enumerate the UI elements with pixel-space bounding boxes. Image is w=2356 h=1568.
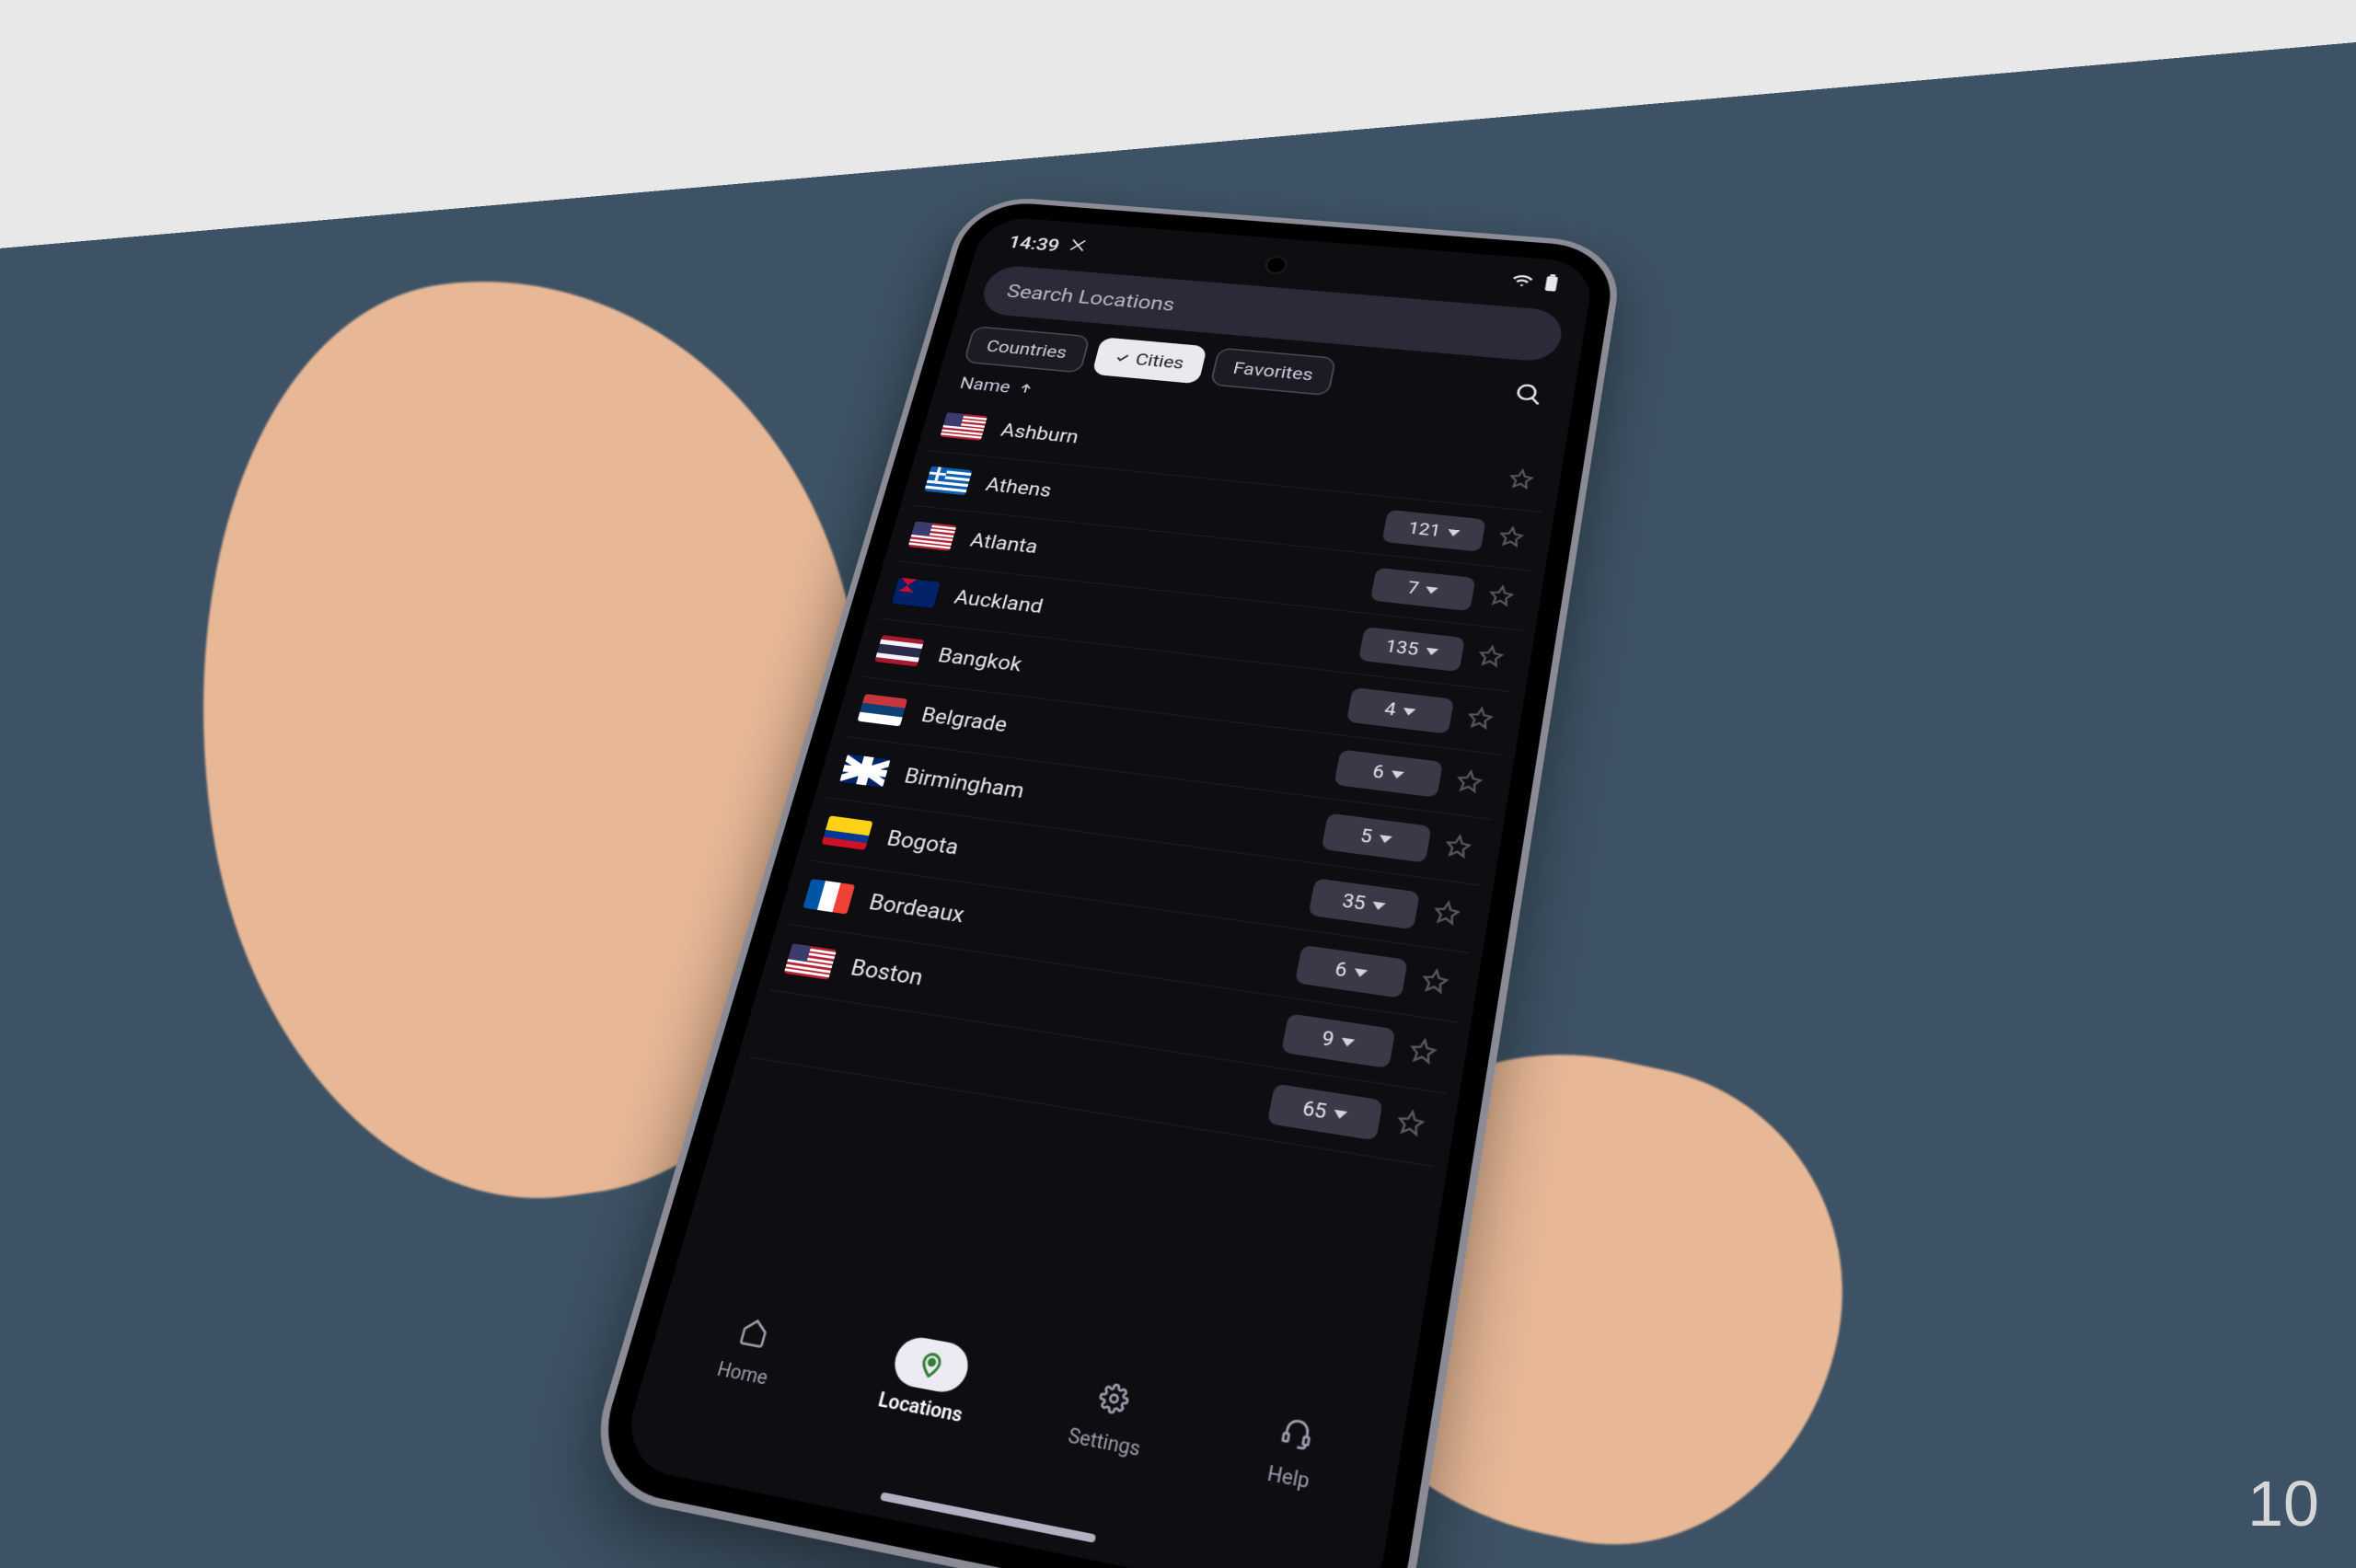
chevron-down-icon [1447,529,1460,537]
favorite-star-icon[interactable] [1431,899,1468,932]
favorite-star-icon[interactable] [1407,1036,1445,1071]
flag-icon [940,412,987,441]
server-count-pill[interactable]: 35 [1308,878,1420,929]
chip-favorites[interactable]: Favorites [1209,347,1336,396]
favorite-star-icon[interactable] [1419,966,1456,1000]
favorite-star-icon[interactable] [1442,833,1478,865]
flag-icon [764,1009,817,1047]
watermark: 10 [2247,1467,2319,1540]
nav-settings-label: Settings [1066,1423,1142,1460]
server-count-pill[interactable]: 9 [1281,1013,1396,1068]
chip-favorites-label: Favorites [1231,359,1315,385]
server-count-pill[interactable]: 121 [1381,510,1485,552]
favorite-star-icon[interactable] [1394,1108,1433,1145]
chevron-down-icon [1334,1109,1348,1119]
nav-help-label: Help [1265,1460,1311,1493]
battery-icon [1542,274,1560,297]
server-count-pill[interactable]: 5 [1322,813,1432,862]
server-count: 6 [1371,761,1386,782]
favorite-star-icon[interactable] [1486,583,1520,612]
nav-home-label: Home [715,1356,771,1389]
favorite-star-icon[interactable] [1454,768,1490,800]
wifi-icon [1509,271,1535,295]
server-count-pill[interactable]: 4 [1346,687,1454,734]
server-count-pill[interactable]: 6 [1334,749,1443,797]
search-placeholder: Search Locations [1004,280,1177,316]
server-count-pill[interactable]: 135 [1358,627,1465,672]
chevron-down-icon [1403,708,1416,716]
nav-settings[interactable]: Settings [1065,1367,1156,1461]
nav-home[interactable]: Home [705,1301,795,1391]
flag-icon [874,635,924,667]
nav-locations-label: Locations [876,1387,965,1426]
flag-icon [821,815,872,850]
chevron-down-icon [1354,968,1369,978]
chevron-down-icon [1425,586,1438,594]
nav-help[interactable]: Help [1248,1401,1340,1497]
server-count-pill[interactable]: 7 [1370,568,1476,612]
location-pin-icon [914,1348,947,1380]
chip-cities-label: Cities [1134,350,1186,373]
check-icon [1114,352,1131,364]
status-app-icon [1066,236,1090,258]
chevron-down-icon [1372,901,1387,910]
flag-icon [892,577,941,608]
server-count: 135 [1384,637,1420,660]
server-count: 121 [1406,519,1441,540]
server-count-pill[interactable]: 65 [1267,1084,1383,1141]
server-count: 5 [1358,825,1373,847]
chip-countries-label: Countries [985,337,1069,363]
flag-icon [908,521,957,551]
chevron-down-icon [1425,647,1438,655]
nav-locations[interactable]: Locations [876,1332,978,1426]
chevron-down-icon [1379,835,1392,844]
chevron-down-icon [1391,770,1404,779]
flag-icon [803,879,855,915]
chip-countries[interactable]: Countries [964,326,1091,374]
server-count: 6 [1334,958,1349,981]
search-icon [1512,381,1545,408]
flag-icon [839,754,891,788]
server-count: 9 [1320,1027,1335,1051]
favorite-star-icon[interactable] [1476,643,1511,673]
favorite-star-icon[interactable] [1496,525,1530,553]
chip-cities[interactable]: Cities [1091,337,1207,384]
gear-icon [1096,1381,1132,1416]
sort-label: Name [958,374,1013,397]
headset-icon [1278,1414,1314,1450]
sort-arrow-up-icon [1016,381,1035,396]
flag-icon [784,943,837,980]
favorite-star-icon[interactable] [1507,467,1541,495]
server-count: 7 [1406,578,1421,598]
server-count-pill[interactable]: 6 [1295,945,1408,998]
search-icon-button[interactable] [1504,375,1554,415]
favorite-star-icon[interactable] [1465,705,1500,735]
server-count: 35 [1341,890,1368,914]
status-time: 14:39 [1006,233,1061,256]
flag-icon [924,467,972,496]
city-list[interactable]: AshburnAthens121Atlanta7Auckland135Bangk… [738,397,1564,1170]
chevron-down-icon [1341,1037,1356,1047]
flag-icon [857,694,907,727]
home-icon [736,1315,771,1349]
server-count: 4 [1383,698,1398,720]
server-count: 65 [1300,1097,1328,1124]
